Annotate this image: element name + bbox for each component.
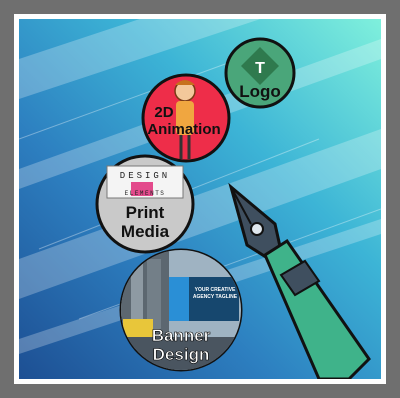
design-text: DESIGN	[120, 171, 170, 181]
print-label-line1: Print	[126, 203, 165, 222]
animation-label-line1: 2D	[154, 104, 173, 121]
illustration: T Logo 2D Animation DESIGN ELEMENTS Prin…	[19, 19, 381, 379]
animation-label-line2: Animation	[147, 121, 220, 138]
banner-headline-1: YOUR CREATIVE	[195, 287, 236, 293]
banner-label-line2: Design	[153, 345, 210, 364]
print-label-line2: Media	[121, 222, 170, 241]
elements-text: ELEMENTS	[125, 190, 166, 197]
print-media-bubble: DESIGN ELEMENTS Print Media	[95, 154, 195, 254]
logo-mark: T	[255, 60, 265, 77]
illustration-canvas: T Logo 2D Animation DESIGN ELEMENTS Prin…	[19, 19, 381, 379]
banner-headline-2: AGENCY TAGLINE	[193, 294, 238, 300]
logo-bubble: T Logo	[224, 37, 296, 109]
animation-bubble: 2D Animation	[141, 73, 231, 163]
banner-label-line1: Banner	[152, 326, 211, 345]
logo-label: Logo	[239, 82, 281, 101]
